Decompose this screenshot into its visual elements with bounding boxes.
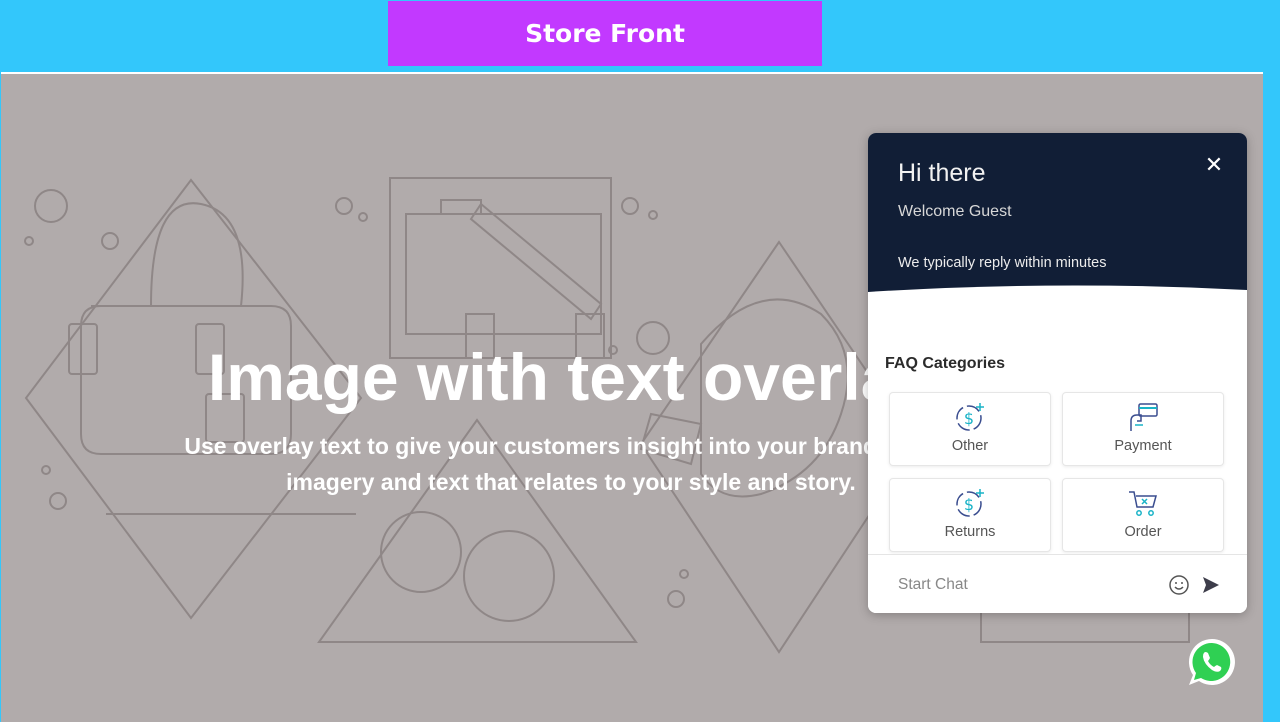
cart-icon <box>1129 491 1157 516</box>
start-chat-input[interactable] <box>896 572 1150 598</box>
faq-category-returns[interactable]: $ Returns <box>889 478 1051 552</box>
chat-header: Hi there Welcome Guest We typically repl… <box>868 133 1247 304</box>
whatsapp-icon[interactable] <box>1186 636 1238 688</box>
faq-category-label: Returns <box>944 524 996 540</box>
svg-text:$: $ <box>964 495 974 514</box>
emoji-icon[interactable] <box>1168 574 1190 596</box>
chat-input-bar <box>868 554 1247 613</box>
store-front-banner: Store Front <box>388 1 822 66</box>
faq-category-label: Other <box>951 438 989 454</box>
chat-widget: Hi there Welcome Guest We typically repl… <box>868 133 1247 613</box>
chat-greeting: Hi there <box>898 159 986 187</box>
card-payment-icon <box>1130 403 1158 431</box>
faq-category-payment[interactable]: Payment <box>1062 392 1224 466</box>
faq-category-label: Payment <box>1114 438 1172 454</box>
faq-category-label: Order <box>1124 524 1162 540</box>
header-wave-decoration <box>868 285 1247 304</box>
close-icon[interactable]: ✕ <box>1204 154 1224 176</box>
dollar-refresh-icon: $ <box>956 489 984 517</box>
chat-welcome-text: Welcome Guest <box>898 203 1012 220</box>
send-icon[interactable] <box>1201 575 1221 595</box>
faq-categories-title: FAQ Categories <box>885 355 1006 372</box>
dollar-refresh-icon: $ <box>956 403 984 431</box>
faq-category-other[interactable]: $ Other <box>889 392 1051 466</box>
faq-category-order[interactable]: Order <box>1062 478 1224 552</box>
reply-time-text: We typically reply within minutes <box>898 255 1107 271</box>
banner-title: Store Front <box>525 19 685 48</box>
svg-text:$: $ <box>964 409 974 428</box>
